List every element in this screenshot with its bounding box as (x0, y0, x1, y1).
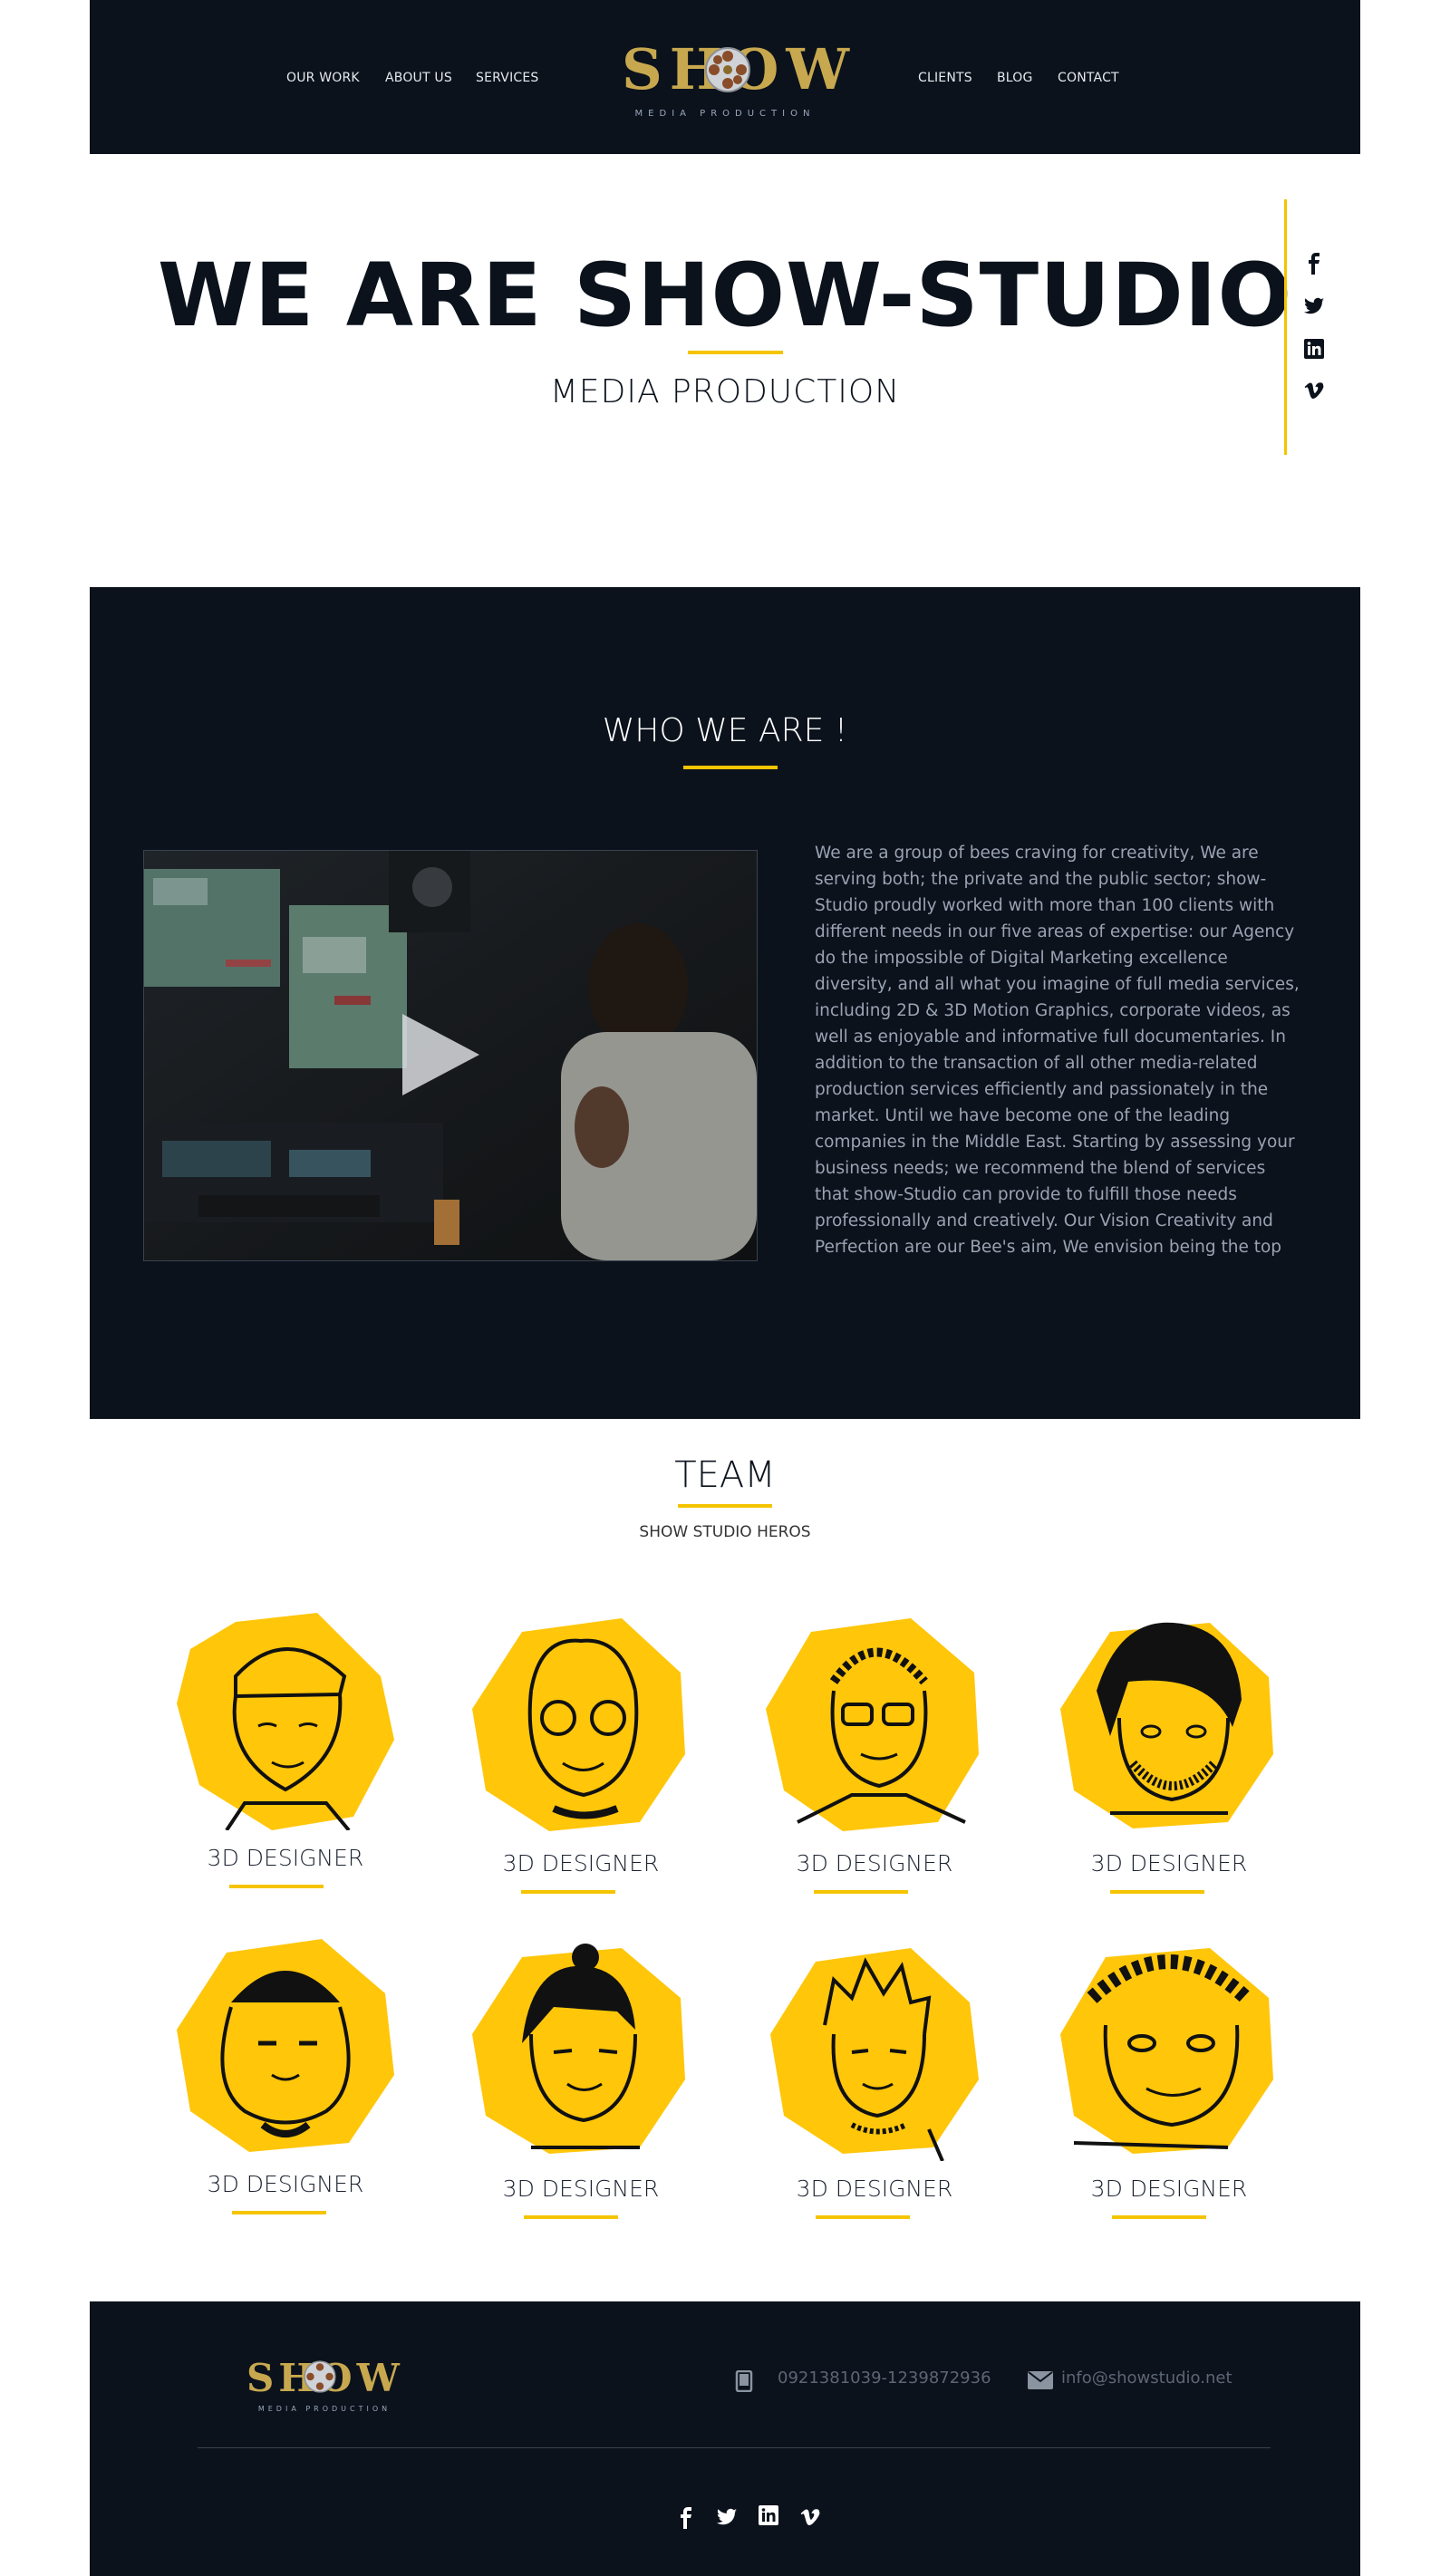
nav-about-us[interactable]: ABOUT US (385, 71, 452, 85)
nav-services[interactable]: SERVICES (476, 71, 539, 85)
nav-contact[interactable]: CONTACT (1058, 71, 1119, 85)
team-subtitle: SHOW STUDIO HEROS (639, 1523, 811, 1541)
avatar-illustration (177, 1939, 394, 2152)
footer-twitter-icon[interactable] (715, 2506, 739, 2528)
linkedin-icon[interactable] (1303, 338, 1325, 360)
avatar-illustration (472, 1944, 685, 2154)
team-member-3[interactable]: 3D DESIGNER (761, 1618, 988, 1894)
nav-blog[interactable]: BLOG (997, 71, 1033, 85)
mail-icon (1028, 2371, 1053, 2389)
member-underline (524, 2215, 618, 2219)
footer-logo-subtitle: MEDIA PRODUCTION (257, 2405, 392, 2413)
team-member-4[interactable]: 3D DESIGNER (1056, 1618, 1282, 1894)
footer-logo[interactable]: SHOW MEDIA PRODUCTION (243, 2354, 406, 2417)
about-title: WHO WE ARE ! (602, 712, 848, 749)
avatar-illustration (770, 1948, 979, 2161)
member-role: 3D DESIGNER (502, 2176, 660, 2202)
avatar-illustration (177, 1613, 394, 1830)
twitter-icon[interactable] (1303, 295, 1325, 317)
vimeo-icon[interactable] (1303, 380, 1325, 401)
team-title: TEAM (674, 1454, 776, 1496)
video-thumbnail (144, 851, 757, 1260)
member-underline (232, 2211, 326, 2214)
avatar-illustration (1060, 1622, 1273, 1828)
avatar-illustration (472, 1618, 685, 1831)
member-role: 3D DESIGNER (502, 1850, 660, 1877)
film-reel-icon (304, 2360, 336, 2393)
team-member-6[interactable]: 3D DESIGNER (468, 1944, 694, 2219)
nav-our-work[interactable]: OUR WORK (286, 71, 360, 85)
footer-phone[interactable]: 0921381039-1239872936 (778, 2369, 991, 2388)
hero-subtitle: MEDIA PRODUCTION (549, 373, 901, 410)
member-role: 3D DESIGNER (207, 2171, 364, 2197)
member-underline (521, 1890, 615, 1894)
nav-clients[interactable]: CLIENTS (918, 71, 972, 85)
hero-title: WE ARE SHOW-STUDIO (157, 245, 1293, 346)
member-underline (816, 2215, 910, 2219)
phone-icon (735, 2370, 753, 2392)
member-role: 3D DESIGNER (1090, 1850, 1248, 1877)
team-member-2[interactable]: 3D DESIGNER (468, 1618, 694, 1894)
team-member-7[interactable]: 3D DESIGNER (761, 1944, 988, 2219)
member-role: 3D DESIGNER (207, 1845, 364, 1871)
member-underline (229, 1885, 324, 1888)
team-member-1[interactable]: 3D DESIGNER (172, 1613, 399, 1888)
footer-email[interactable]: info@showstudio.net (1061, 2369, 1232, 2388)
footer-vimeo-icon[interactable] (798, 2506, 822, 2528)
team-member-5[interactable]: 3D DESIGNER (172, 1939, 399, 2214)
member-role: 3D DESIGNER (1090, 2176, 1248, 2202)
avatar-illustration (766, 1618, 979, 1831)
member-role: 3D DESIGNER (796, 2176, 953, 2202)
site-footer (90, 2301, 1360, 2576)
about-underline (683, 766, 778, 769)
about-description: We are a group of bees craving for creat… (815, 844, 1300, 1257)
film-reel-icon (705, 47, 750, 92)
member-underline (1110, 1890, 1204, 1894)
footer-divider (198, 2447, 1271, 2448)
member-role: 3D DESIGNER (796, 1850, 953, 1877)
logo-subtitle: MEDIA PRODUCTION (634, 109, 816, 119)
facebook-icon[interactable] (1303, 253, 1325, 275)
member-underline (1112, 2215, 1206, 2219)
hero-underline (688, 351, 783, 354)
team-member-8[interactable]: 3D DESIGNER (1056, 1944, 1282, 2219)
footer-facebook-icon[interactable] (675, 2506, 697, 2530)
team-underline (678, 1504, 772, 1508)
member-underline (814, 1890, 908, 1894)
video-player[interactable] (143, 850, 758, 1261)
footer-linkedin-icon[interactable] (758, 2504, 779, 2526)
header-logo[interactable]: SHOW MEDIA PRODUCTION (616, 33, 849, 123)
avatar-illustration (1060, 1948, 1273, 2154)
social-rail-line (1284, 199, 1287, 455)
